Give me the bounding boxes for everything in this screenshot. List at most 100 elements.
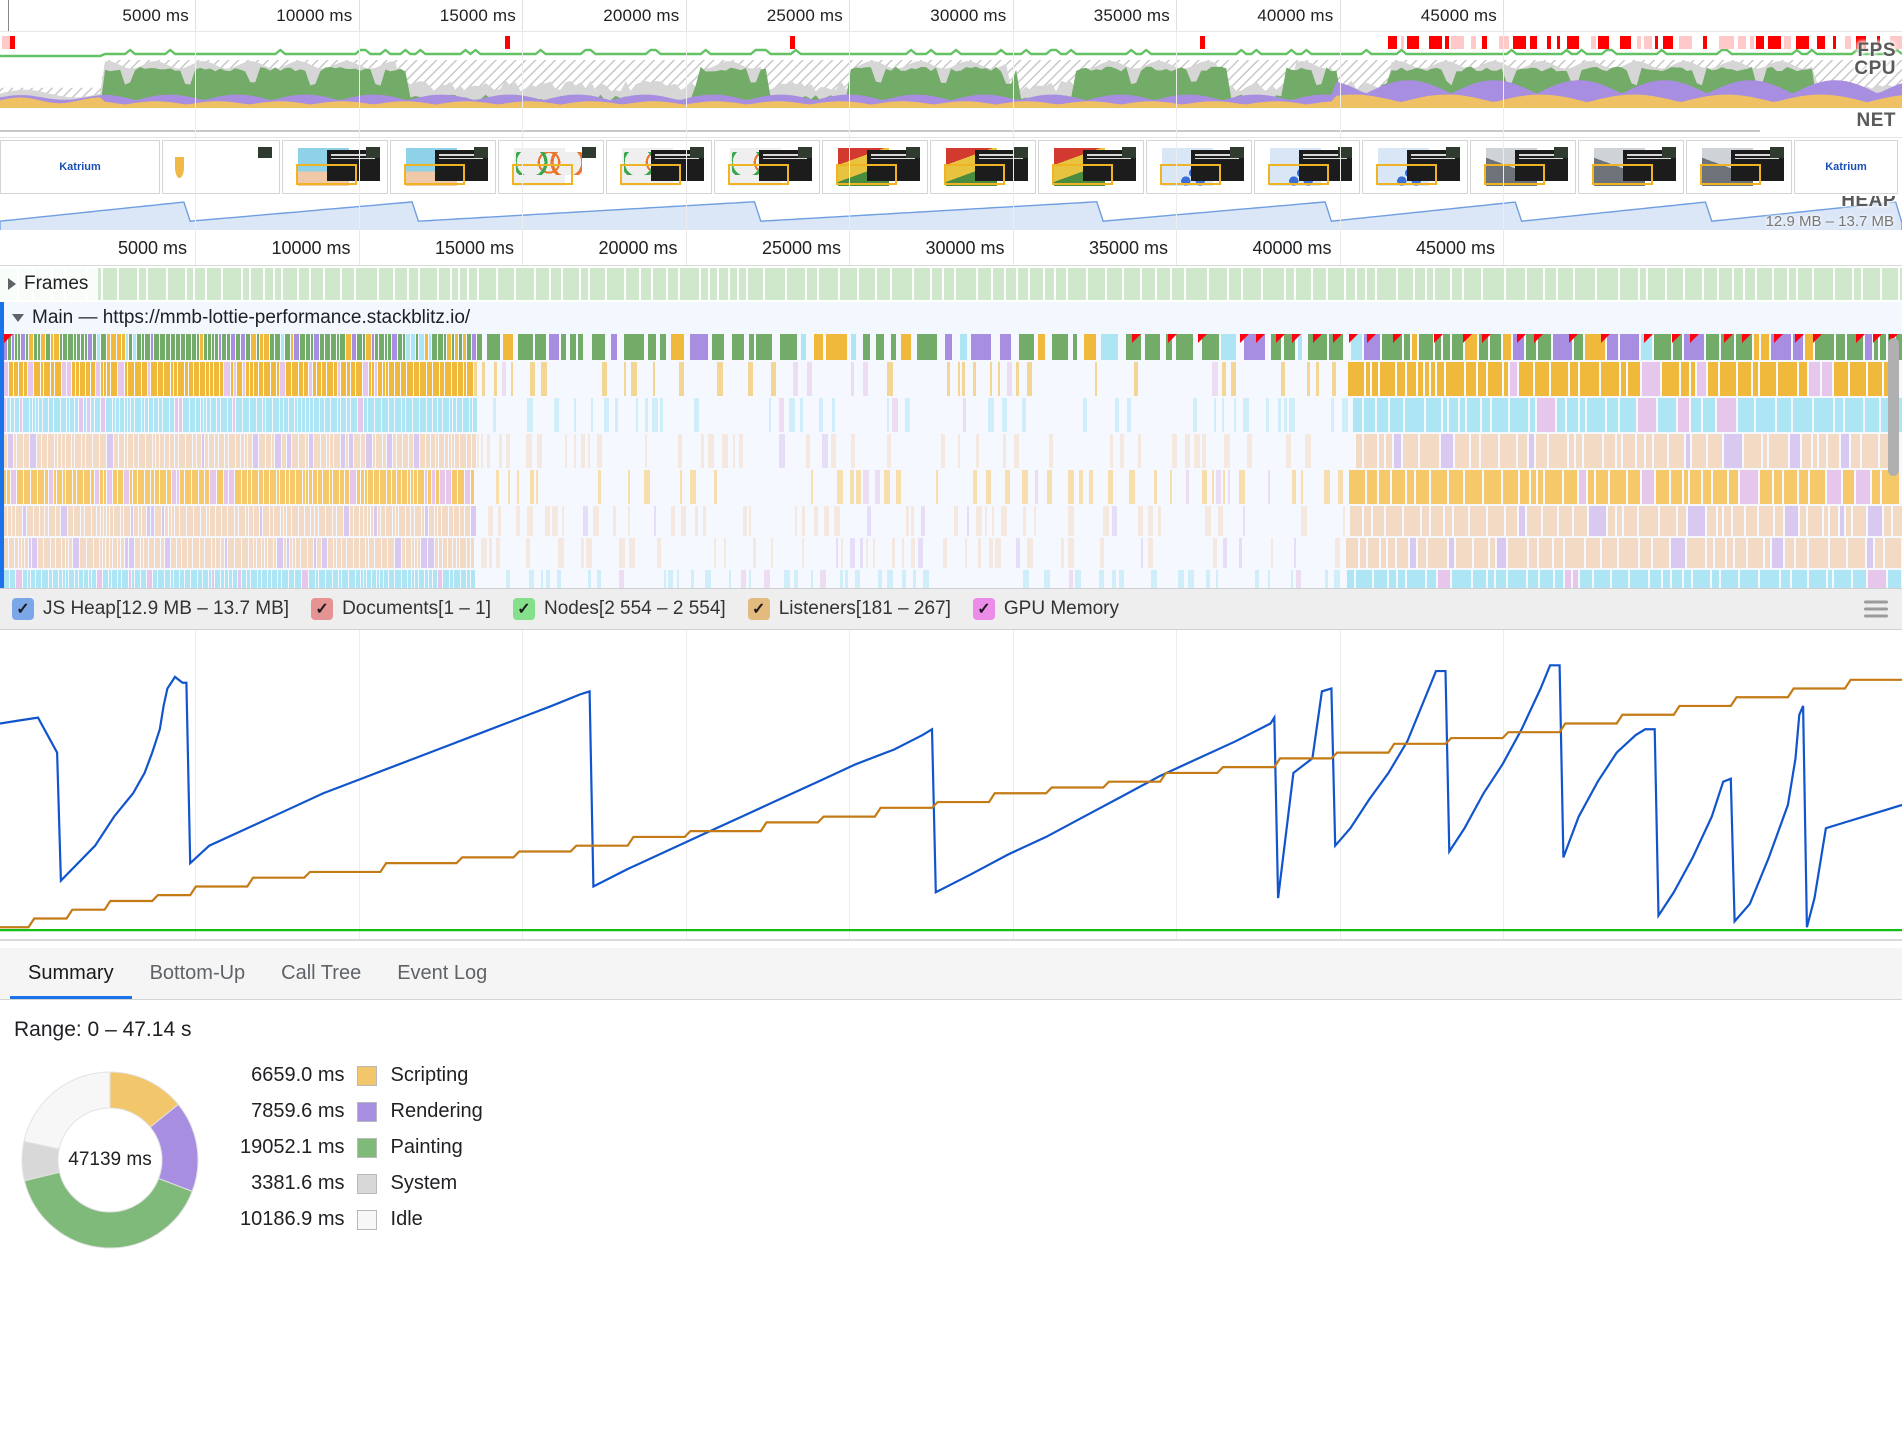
frame-segment[interactable] [299,268,309,300]
flame-chart-bar[interactable] [436,434,438,468]
flame-chart-bar[interactable] [443,398,449,432]
flame-chart-bar[interactable] [527,398,533,432]
flame-chart-bar[interactable] [93,334,96,360]
flame-chart-bar[interactable] [75,434,81,468]
flame-chart-bar[interactable] [1828,570,1832,588]
flame-chart-bar[interactable] [231,362,233,396]
flame-chart-bar[interactable] [1808,506,1822,536]
flame-chart-bar[interactable] [222,334,226,360]
flame-chart-bar[interactable] [1000,334,1011,360]
flame-chart-bar[interactable] [836,538,838,568]
flame-chart-bar[interactable] [1520,470,1529,504]
flame-chart-bar[interactable] [420,434,425,468]
flame-chart-bar[interactable] [884,470,890,504]
summary-category[interactable]: Rendering [391,1100,483,1123]
flame-chart-bar[interactable] [467,362,473,396]
flame-chart-bar[interactable] [383,434,386,468]
frame-segment[interactable] [1854,268,1861,300]
frame-segment[interactable] [730,268,737,300]
flame-chart-bar[interactable] [333,506,336,536]
filmstrip-frame[interactable]: Katrium [1794,140,1898,194]
flame-chart-bar[interactable] [1221,334,1236,360]
flame-chart-bar[interactable] [29,538,31,568]
flame-chart-bar[interactable] [831,434,836,468]
flame-chart-bar[interactable] [1628,470,1640,504]
flame-chart-bar[interactable] [361,434,365,468]
flame-chart-bar[interactable] [181,334,185,360]
flame-chart-bar[interactable] [191,570,197,588]
flame-chart-bar[interactable] [146,434,152,468]
flame-chart-bar[interactable] [357,470,360,504]
flame-chart-bar[interactable] [415,506,421,536]
flame-chart-bar[interactable] [678,434,682,468]
flame-chart-bar[interactable] [15,398,19,432]
flame-chart-bar[interactable] [225,538,227,568]
flame-chart-bar[interactable] [153,434,155,468]
flame-chart-bar[interactable] [110,538,112,568]
flame-chart-bar[interactable] [290,538,292,568]
flame-chart-bar[interactable] [464,362,466,396]
flame-chart-bar[interactable] [203,570,208,588]
flame-chart-bar[interactable] [198,570,202,588]
flame-chart-bar[interactable] [377,570,379,588]
flame-chart-bar[interactable] [169,506,171,536]
flame-chart-bar[interactable] [350,506,353,536]
flame-chart-bar[interactable] [245,434,247,468]
flame-chart-bar[interactable] [1735,538,1746,568]
flame-chart-bar[interactable] [412,538,414,568]
flame-chart-bar[interactable] [185,570,190,588]
flame-chart-row[interactable] [4,398,1902,432]
flame-chart-bar[interactable] [233,570,237,588]
flame-chart-bar[interactable] [142,506,146,536]
flame-chart-bar[interactable] [1100,538,1104,568]
flame-chart-bar[interactable] [1386,434,1392,468]
flame-chart-bar[interactable] [356,362,362,396]
flame-chart-bar[interactable] [1601,362,1619,396]
flame-chart-bar[interactable] [1529,538,1537,568]
frame-segment[interactable] [223,268,241,300]
flame-chart-bar[interactable] [72,362,75,396]
flame-chart-bar[interactable] [1301,470,1303,504]
flame-chart-bar[interactable] [1061,538,1064,568]
flame-chart-bar[interactable] [107,362,110,396]
flame-chart-bar[interactable] [278,570,281,588]
flame-chart-bar[interactable] [171,570,173,588]
frame-segment[interactable] [1558,268,1573,300]
flame-chart-bar[interactable] [272,570,277,588]
flame-chart-bar[interactable] [822,434,828,468]
flame-chart-bar[interactable] [246,334,250,360]
flame-chart-bar[interactable] [1503,334,1511,360]
flame-chart-bar[interactable] [455,434,459,468]
flame-chart-bar[interactable] [732,334,744,360]
frame-segment[interactable] [1545,268,1556,300]
flame-chart-bar[interactable] [427,398,432,432]
flame-chart-bar[interactable] [1202,470,1207,504]
flame-chart-bar[interactable] [235,538,241,568]
flame-chart-bar[interactable] [323,470,329,504]
flame-chart-bar[interactable] [467,538,470,568]
flame-chart-bar[interactable] [306,398,309,432]
flame-chart-bar[interactable] [1660,506,1676,536]
flame-chart-bar[interactable] [79,398,83,432]
flame-chart-bar[interactable] [541,570,543,588]
flame-chart-bar[interactable] [113,470,117,504]
flame-chart-bar[interactable] [477,334,482,360]
summary-category[interactable]: Idle [391,1208,483,1231]
flame-chart-bar[interactable] [365,470,367,504]
flame-chart-bar[interactable] [1035,470,1038,504]
flame-chart-bar[interactable] [351,362,355,396]
flame-chart-bar[interactable] [175,506,179,536]
flame-chart-bar[interactable] [289,398,294,432]
flame-chart-bar[interactable] [306,334,310,360]
frame-segment[interactable] [932,268,942,300]
long-task-warning-icon[interactable] [1132,334,1141,343]
flame-chart-bar[interactable] [375,538,381,568]
flame-chart-bar[interactable] [440,362,444,396]
flame-chart-bar[interactable] [1214,398,1216,432]
flame-chart-bar[interactable] [680,470,682,504]
flame-chart-bar[interactable] [986,470,991,504]
long-task-warning-icon[interactable] [1482,334,1491,343]
flame-chart-bar[interactable] [1805,334,1813,360]
frame-segment[interactable] [479,268,496,300]
flame-chart-bar[interactable] [55,362,61,396]
